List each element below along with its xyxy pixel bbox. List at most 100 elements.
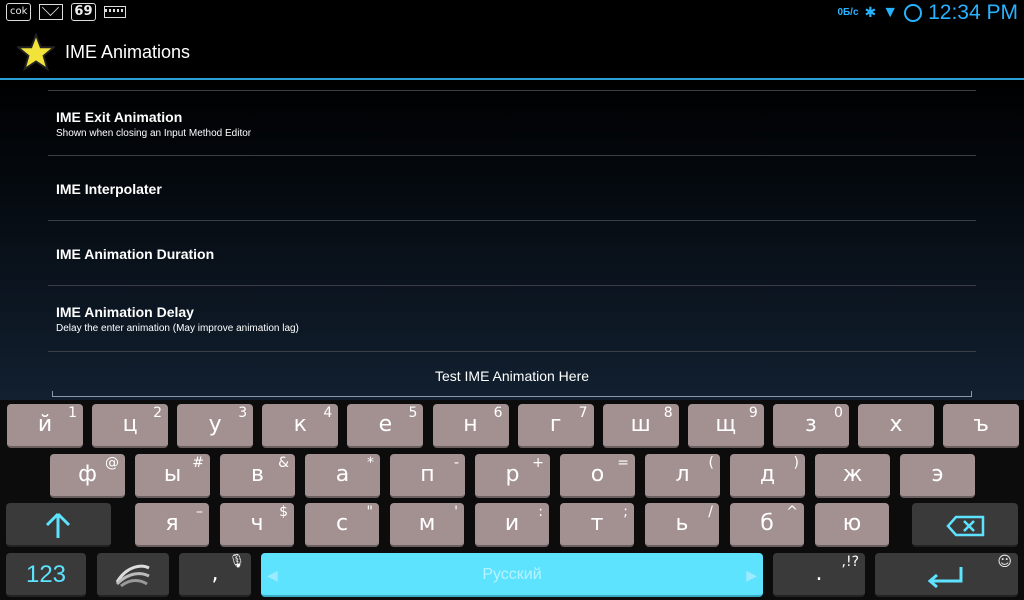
key-hint: @ xyxy=(105,455,119,471)
key-7[interactable]: о = xyxy=(560,454,635,498)
notification-count-badge: 69 xyxy=(71,3,96,21)
key-8[interactable]: б ^ xyxy=(730,503,804,547)
space-key[interactable]: ◀ Русский ▶ xyxy=(261,553,763,597)
key-hint: : xyxy=(538,504,543,520)
key-letter: э xyxy=(931,462,944,487)
setting-ime-animation-delay[interactable]: IME Animation Delay Delay the enter anim… xyxy=(48,285,976,352)
key-hint: – xyxy=(196,504,203,520)
key-hint: = xyxy=(617,455,629,471)
enter-icon xyxy=(927,567,963,589)
key-9[interactable]: щ9 xyxy=(687,404,764,448)
setting-summary: Shown when closing an Input Method Edito… xyxy=(56,128,252,139)
ok-icon: cok xyxy=(6,3,32,21)
bluetooth-icon: ✱ xyxy=(864,4,877,20)
period-key[interactable]: . ,!? xyxy=(773,553,865,597)
setting-ime-exit-animation[interactable]: IME Exit Animation Shown when closing an… xyxy=(48,90,976,156)
key-6[interactable]: р + xyxy=(475,454,550,498)
key-2[interactable]: ы # xyxy=(135,454,210,498)
setting-ime-animation-duration[interactable]: IME Animation Duration xyxy=(48,220,976,286)
key-hint: # xyxy=(192,455,204,471)
key-letter: ю xyxy=(842,511,862,536)
key-letter: ж xyxy=(842,462,863,487)
star-icon[interactable] xyxy=(17,33,55,71)
key-10[interactable]: ж xyxy=(815,454,890,498)
key-hint: & xyxy=(278,455,289,471)
key-hint: 5 xyxy=(408,405,418,421)
comma-key[interactable]: , 🎙︎ xyxy=(179,553,251,597)
battery-icon xyxy=(904,3,923,22)
key-hint: 9 xyxy=(748,405,758,421)
key-3[interactable]: с " xyxy=(305,503,379,547)
key-11[interactable]: х xyxy=(858,404,934,448)
chevron-right-icon: ▶ xyxy=(746,567,757,583)
key-8[interactable]: л( xyxy=(645,454,720,498)
numbers-key[interactable]: 123 xyxy=(6,553,86,597)
key-7[interactable]: ь / xyxy=(645,503,719,547)
setting-title: IME Animation Delay xyxy=(56,304,194,320)
key-hint: ' xyxy=(454,504,458,520)
on-screen-keyboard: й1ц2у3к4е5н6г7ш8щ9з0 х ъ ф @ ы # в & а * п - р + о = л(д… xyxy=(0,400,1024,600)
key-hint: 0 xyxy=(833,405,843,421)
shift-arrow-icon xyxy=(45,512,71,538)
key-8[interactable]: ш8 xyxy=(602,404,679,448)
swype-key[interactable] xyxy=(97,553,169,597)
key-hint: 8 xyxy=(663,405,673,421)
key-9[interactable]: ю xyxy=(815,503,889,547)
key-hint: $ xyxy=(279,504,288,520)
enter-key[interactable]: ☺ xyxy=(875,553,1018,597)
action-bar: IME Animations xyxy=(0,25,1024,80)
page-title: IME Animations xyxy=(65,42,191,62)
key-7[interactable]: г7 xyxy=(517,404,594,448)
key-hint: ; xyxy=(623,504,628,520)
wifi-icon: ▼ xyxy=(882,3,899,21)
key-1[interactable]: ф @ xyxy=(50,454,125,498)
setting-ime-interpolater[interactable]: IME Interpolater xyxy=(48,155,976,221)
key-hint: ( xyxy=(708,455,714,471)
key-hint: 2 xyxy=(153,405,163,421)
key-hint: 6 xyxy=(493,405,503,421)
key-hint: ) xyxy=(793,455,799,471)
period-hint: ,!? xyxy=(841,554,860,570)
key-hint: ^ xyxy=(786,504,798,520)
key-hint: * xyxy=(367,455,374,471)
key-3[interactable]: в & xyxy=(220,454,295,498)
key-5[interactable]: и: xyxy=(475,503,549,547)
backspace-key[interactable] xyxy=(912,503,1018,547)
key-4[interactable]: м ' xyxy=(390,503,464,547)
key-6[interactable]: н6 xyxy=(432,404,509,448)
key-hint: " xyxy=(366,504,373,520)
key-hint: 1 xyxy=(68,405,77,421)
key-4[interactable]: а * xyxy=(305,454,380,498)
key-letter: х xyxy=(889,412,903,437)
key-11[interactable]: э xyxy=(900,454,975,498)
setting-title: IME Exit Animation xyxy=(56,109,183,125)
key-5[interactable]: п- xyxy=(390,454,465,498)
key-5[interactable]: е5 xyxy=(347,404,424,448)
key-letter: ъ xyxy=(973,412,989,437)
setting-summary: Delay the enter animation (May improve a… xyxy=(56,323,299,334)
backspace-icon xyxy=(946,515,985,537)
shift-key[interactable] xyxy=(6,503,111,547)
key-1[interactable]: й1 xyxy=(7,404,83,448)
key-12[interactable]: ъ xyxy=(943,404,1020,448)
key-hint: / xyxy=(708,504,713,520)
status-bar: cok 69 0Б/с ✱ ▼ 12:34 PM xyxy=(0,0,1024,25)
settings-list: IME Exit Animation Shown when closing an… xyxy=(0,80,1024,400)
key-6[interactable]: т; xyxy=(560,503,634,547)
key-letter: м xyxy=(418,511,436,536)
key-hint: 7 xyxy=(578,405,588,421)
key-2[interactable]: ч $ xyxy=(220,503,294,547)
key-1[interactable]: я – xyxy=(135,503,209,547)
test-ime-input[interactable]: Test IME Animation Here xyxy=(52,363,972,397)
net-speed-text: 0Б/с xyxy=(837,7,859,18)
key-3[interactable]: у3 xyxy=(177,404,254,448)
setting-title: IME Animation Duration xyxy=(56,246,215,262)
key-hint: 3 xyxy=(238,405,248,421)
key-10[interactable]: з0 xyxy=(772,404,849,448)
clock-text: 12:34 PM xyxy=(928,0,1018,24)
mic-icon: 🎙︎ xyxy=(228,554,245,569)
key-4[interactable]: к4 xyxy=(262,404,339,448)
key-2[interactable]: ц2 xyxy=(92,404,169,448)
key-9[interactable]: д) xyxy=(730,454,805,498)
key-hint: 4 xyxy=(323,405,333,421)
